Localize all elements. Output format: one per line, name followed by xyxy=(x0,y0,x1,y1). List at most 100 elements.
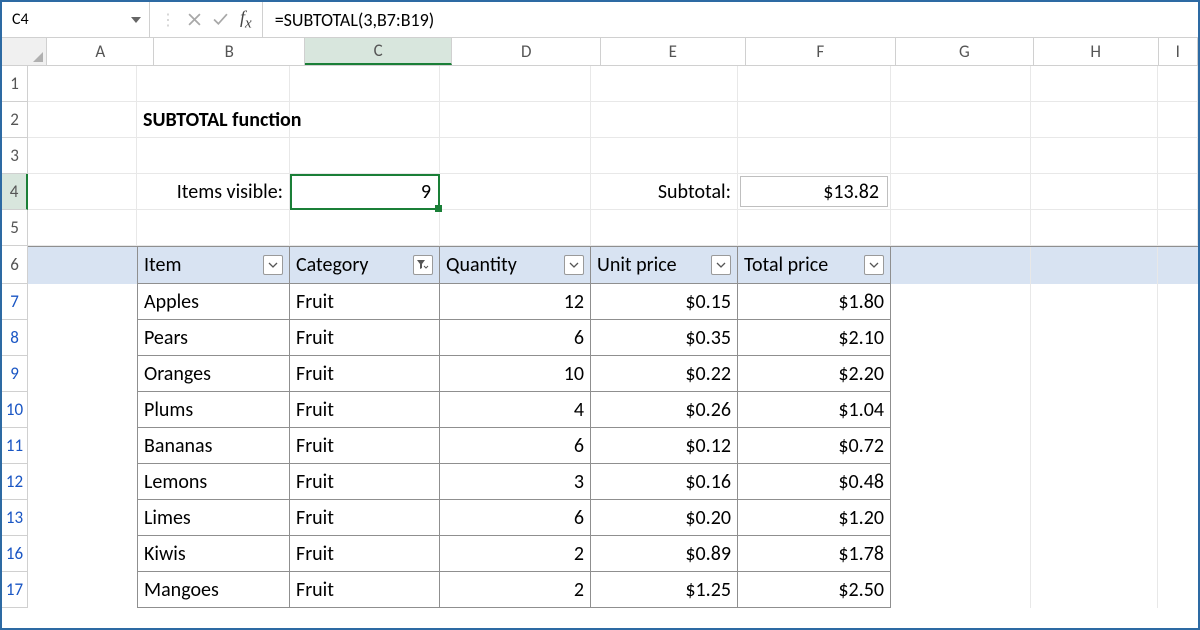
cells-area[interactable]: SUBTOTAL function Items visible: 9 Subto… xyxy=(28,66,1198,608)
cell-category[interactable]: Fruit xyxy=(290,428,440,464)
cell-category[interactable]: Fruit xyxy=(290,500,440,536)
cell-unit-price[interactable]: $1.25 xyxy=(591,572,738,608)
cell-total-price[interactable]: $2.10 xyxy=(738,320,891,356)
cell-quantity[interactable]: 2 xyxy=(440,572,591,608)
row-header-3[interactable]: 3 xyxy=(2,138,28,174)
row-header-2[interactable]: 2 xyxy=(2,102,28,138)
cell-item[interactable]: Apples xyxy=(137,284,290,320)
formula-input[interactable]: =SUBTOTAL(3,B7:B19) xyxy=(263,2,1198,37)
cell-quantity[interactable]: 4 xyxy=(440,392,591,428)
filter-button-total-price[interactable] xyxy=(864,255,884,275)
cell-unit-price[interactable]: $0.12 xyxy=(591,428,738,464)
cell-unit-price[interactable]: $0.26 xyxy=(591,392,738,428)
cell-quantity[interactable]: 6 xyxy=(440,428,591,464)
col-header-C[interactable]: C xyxy=(305,38,453,65)
cell-total-price[interactable]: $0.48 xyxy=(738,464,891,500)
row-header-17[interactable]: 17 xyxy=(2,572,28,608)
cell-quantity[interactable]: 12 xyxy=(440,284,591,320)
cell-quantity[interactable]: 10 xyxy=(440,356,591,392)
accept-formula-icon[interactable] xyxy=(213,13,228,26)
col-quantity[interactable]: Quantity xyxy=(440,247,591,284)
col-unit-price[interactable]: Unit price xyxy=(591,247,738,284)
chevron-down-icon[interactable] xyxy=(131,17,141,23)
cell-unit-price[interactable]: $0.15 xyxy=(591,284,738,320)
cancel-formula-icon[interactable] xyxy=(188,13,201,26)
col-header-F[interactable]: F xyxy=(746,38,896,65)
cell-total-price[interactable]: $1.20 xyxy=(738,500,891,536)
cell-quantity[interactable]: 6 xyxy=(440,500,591,536)
filter-active-button-category[interactable] xyxy=(413,255,433,275)
row-header-9[interactable]: 9 xyxy=(2,356,28,392)
table-row[interactable]: MangoesFruit2$1.25$2.50 xyxy=(28,572,1198,608)
row-header-12[interactable]: 12 xyxy=(2,464,28,500)
table-row[interactable]: PearsFruit6$0.35$2.10 xyxy=(28,320,1198,356)
row-header-4[interactable]: 4 xyxy=(2,174,28,210)
fx-icon[interactable]: fx xyxy=(240,7,252,33)
table-row[interactable]: LimesFruit6$0.20$1.20 xyxy=(28,500,1198,536)
cell-item[interactable]: Limes xyxy=(137,500,290,536)
cell-category[interactable]: Fruit xyxy=(290,284,440,320)
row-header-5[interactable]: 5 xyxy=(2,210,28,246)
table-row[interactable]: ApplesFruit12$0.15$1.80 xyxy=(28,284,1198,320)
formula-text: =SUBTOTAL(3,B7:B19) xyxy=(275,9,435,31)
cell-quantity[interactable]: 6 xyxy=(440,320,591,356)
cell-item[interactable]: Plums xyxy=(137,392,290,428)
cell-total-price[interactable]: $1.78 xyxy=(738,536,891,572)
col-header-E[interactable]: E xyxy=(601,38,746,65)
filter-button-item[interactable] xyxy=(263,255,283,275)
row-header-10[interactable]: 10 xyxy=(2,392,28,428)
cell-category[interactable]: Fruit xyxy=(290,356,440,392)
col-category[interactable]: Category xyxy=(290,247,440,284)
cell-unit-price[interactable]: $0.89 xyxy=(591,536,738,572)
filter-button-quantity[interactable] xyxy=(564,255,584,275)
cell-unit-price[interactable]: $0.22 xyxy=(591,356,738,392)
cell-item[interactable]: Bananas xyxy=(137,428,290,464)
row-header-16[interactable]: 16 xyxy=(2,536,28,572)
filter-button-unit-price[interactable] xyxy=(711,255,731,275)
row-header-1[interactable]: 1 xyxy=(2,66,28,102)
name-box[interactable]: C4 xyxy=(2,2,150,37)
col-header-D[interactable]: D xyxy=(452,38,601,65)
cell-quantity[interactable]: 2 xyxy=(440,536,591,572)
col-header-B[interactable]: B xyxy=(154,38,304,65)
row-header-8[interactable]: 8 xyxy=(2,320,28,356)
cell-total-price[interactable]: $1.04 xyxy=(738,392,891,428)
row-header-6[interactable]: 6 xyxy=(2,246,28,284)
cell-unit-price[interactable]: $0.16 xyxy=(591,464,738,500)
table-row[interactable]: KiwisFruit2$0.89$1.78 xyxy=(28,536,1198,572)
col-item[interactable]: Item xyxy=(137,247,290,284)
cell-category[interactable]: Fruit xyxy=(290,464,440,500)
select-all-corner[interactable] xyxy=(2,38,47,65)
cell-unit-price[interactable]: $0.35 xyxy=(591,320,738,356)
table-row[interactable]: OrangesFruit10$0.22$2.20 xyxy=(28,356,1198,392)
row-header-11[interactable]: 11 xyxy=(2,428,28,464)
col-header-G[interactable]: G xyxy=(896,38,1034,65)
cell-category[interactable]: Fruit xyxy=(290,320,440,356)
items-visible-label: Items visible: xyxy=(137,174,290,209)
cell-category[interactable]: Fruit xyxy=(290,536,440,572)
cell-unit-price[interactable]: $0.20 xyxy=(591,500,738,536)
items-visible-value-cell[interactable]: 9 xyxy=(290,174,440,209)
cell-item[interactable]: Oranges xyxy=(137,356,290,392)
cell-item[interactable]: Lemons xyxy=(137,464,290,500)
cell-item[interactable]: Pears xyxy=(137,320,290,356)
col-total-price[interactable]: Total price xyxy=(738,247,891,284)
col-header-I[interactable]: I xyxy=(1159,38,1198,65)
table-row[interactable]: LemonsFruit3$0.16$0.48 xyxy=(28,464,1198,500)
cell-item[interactable]: Mangoes xyxy=(137,572,290,608)
row-header-7[interactable]: 7 xyxy=(2,284,28,320)
row-header-13[interactable]: 13 xyxy=(2,500,28,536)
col-header-H[interactable]: H xyxy=(1034,38,1159,65)
cell-item[interactable]: Kiwis xyxy=(137,536,290,572)
cell-quantity[interactable]: 3 xyxy=(440,464,591,500)
col-header-A[interactable]: A xyxy=(47,38,154,65)
cell-total-price[interactable]: $2.50 xyxy=(738,572,891,608)
cell-category[interactable]: Fruit xyxy=(290,392,440,428)
cell-category[interactable]: Fruit xyxy=(290,572,440,608)
subtotal-value-cell[interactable]: $13.82 xyxy=(738,174,891,209)
cell-total-price[interactable]: $1.80 xyxy=(738,284,891,320)
table-row[interactable]: BananasFruit6$0.12$0.72 xyxy=(28,428,1198,464)
table-row[interactable]: PlumsFruit4$0.26$1.04 xyxy=(28,392,1198,428)
cell-total-price[interactable]: $0.72 xyxy=(738,428,891,464)
cell-total-price[interactable]: $2.20 xyxy=(738,356,891,392)
